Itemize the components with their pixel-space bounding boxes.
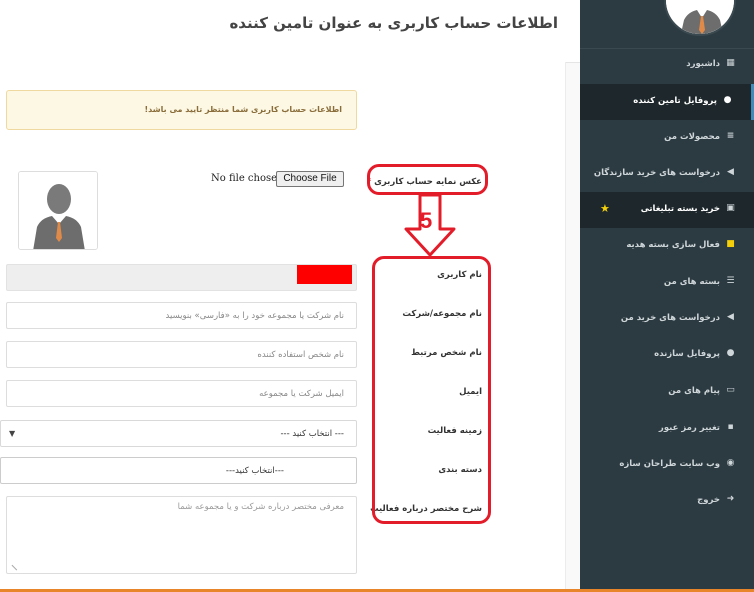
sidebar-item-change-password[interactable]: ▪ تغییر رمز عبور <box>580 411 754 447</box>
sidebar-item-my-packages[interactable]: ☰ بسته های من <box>580 265 754 301</box>
avatar-icon <box>666 0 734 34</box>
chevron-down-icon: ▼ <box>9 429 16 438</box>
sidebar-item-my-products[interactable]: ≡ محصولات من <box>580 120 754 156</box>
email-input[interactable]: ایمیل شرکت یا مجموعه <box>6 380 357 407</box>
bullhorn-icon: ◀ <box>727 167 734 177</box>
sidebar-item-label: پیام های من <box>668 386 720 396</box>
sidebar-item-label: محصولات من <box>664 132 720 142</box>
inbox-icon: ▭ <box>726 385 735 395</box>
app-root: اطلاعات حساب کاربری به عنوان تامین کننده… <box>0 0 754 592</box>
activity-field-select[interactable]: ▼ --- انتخاب کنید --- <box>0 420 357 447</box>
sidebar-item-label: فعال سازی بسته هدیه <box>626 240 720 250</box>
photo-label-highlight <box>367 164 488 195</box>
sidebar: ▦ داشبورد ● پروفایل تامین کننده ≡ محصولا… <box>580 0 754 592</box>
sidebar-item-label: خروج <box>697 495 720 505</box>
sidebar-item-supplier-profile[interactable]: ● پروفایل تامین کننده <box>580 84 754 120</box>
file-status-text: No file chosen <box>211 173 284 184</box>
pending-approval-alert: اطلاعات حساب کاربری شما منتظر تایید می ب… <box>6 90 357 130</box>
page-title: اطلاعات حساب کاربری به عنوان تامین کننده <box>229 14 558 32</box>
lock-icon: ▪ <box>727 422 734 432</box>
description-placeholder: معرفی مختصر درباره شرکت و یا مجموعه شما <box>177 502 344 512</box>
user-icon: ● <box>723 95 732 105</box>
avatar-placeholder-icon <box>19 172 97 249</box>
sidebar-item-label: بسته های من <box>663 277 720 287</box>
sidebar-item-label: درخواست های خرید سازندگان <box>593 168 720 178</box>
star-icon: ★ <box>600 202 610 215</box>
sidebar-item-label: داشبورد <box>686 59 720 69</box>
sidebar-item-my-purchase-requests[interactable]: ◀ درخواست های خرید من <box>580 301 754 337</box>
sidebar-item-website[interactable]: ◉ وب سایت طراحان سازه <box>580 447 754 483</box>
gift-icon: ■ <box>726 239 735 249</box>
sidebar-item-builder-profile[interactable]: ● پروفایل سازنده <box>580 337 754 373</box>
camera-icon: ▣ <box>726 203 735 213</box>
sidebar-item-label: خرید بسته تبلیغاتی <box>640 204 720 214</box>
labels-highlight <box>372 256 491 524</box>
user-avatar[interactable] <box>664 0 736 36</box>
list-icon: ☰ <box>726 276 735 286</box>
sidebar-item-label: درخواست های خرید من <box>620 313 720 323</box>
category-value: ---انتخاب کنید--- <box>225 466 284 476</box>
sidebar-item-builder-requests[interactable]: ◀ درخواست های خرید سازندگان <box>580 156 754 192</box>
eye-icon: ◉ <box>726 458 735 468</box>
bullhorn-icon: ◀ <box>727 312 734 322</box>
activity-field-value: --- انتخاب کنید --- <box>280 429 344 439</box>
sidebar-item-label: وب سایت طراحان سازه <box>619 459 720 469</box>
step-number: 5 <box>420 208 433 233</box>
logout-icon: ➜ <box>726 494 735 504</box>
contact-person-input[interactable]: نام شخص استفاده کننده <box>6 341 357 368</box>
sidebar-item-label: تغییر رمز عبور <box>658 423 720 433</box>
sidebar-item-label: پروفایل سازنده <box>654 349 720 359</box>
profile-photo-preview <box>18 171 98 250</box>
sidebar-item-dashboard[interactable]: ▦ داشبورد <box>580 47 754 83</box>
sidebar-item-my-messages[interactable]: ▭ پیام های من <box>580 374 754 410</box>
category-select[interactable]: ---انتخاب کنید--- <box>0 457 357 484</box>
description-textarea[interactable]: معرفی مختصر درباره شرکت و یا مجموعه شما <box>6 496 357 574</box>
sidebar-item-activate-gift[interactable]: ■ فعال سازی بسته هدیه <box>580 228 754 264</box>
resize-grip-icon[interactable] <box>11 560 22 571</box>
dashboard-icon: ▦ <box>726 58 735 68</box>
user-icon: ● <box>726 348 735 358</box>
sidebar-item-logout[interactable]: ➜ خروج <box>580 483 754 519</box>
database-icon: ≡ <box>726 131 735 141</box>
sidebar-item-buy-ad-package[interactable]: ▣ خرید بسته تبلیغاتی ★ <box>580 192 754 228</box>
choose-file-button[interactable]: Choose File <box>276 171 344 187</box>
redaction-mark <box>297 265 352 284</box>
sidebar-item-label: پروفایل تامین کننده <box>633 96 717 106</box>
company-name-input[interactable]: نام شرکت یا مجموعه خود را به «فارسی» بنو… <box>6 302 357 329</box>
